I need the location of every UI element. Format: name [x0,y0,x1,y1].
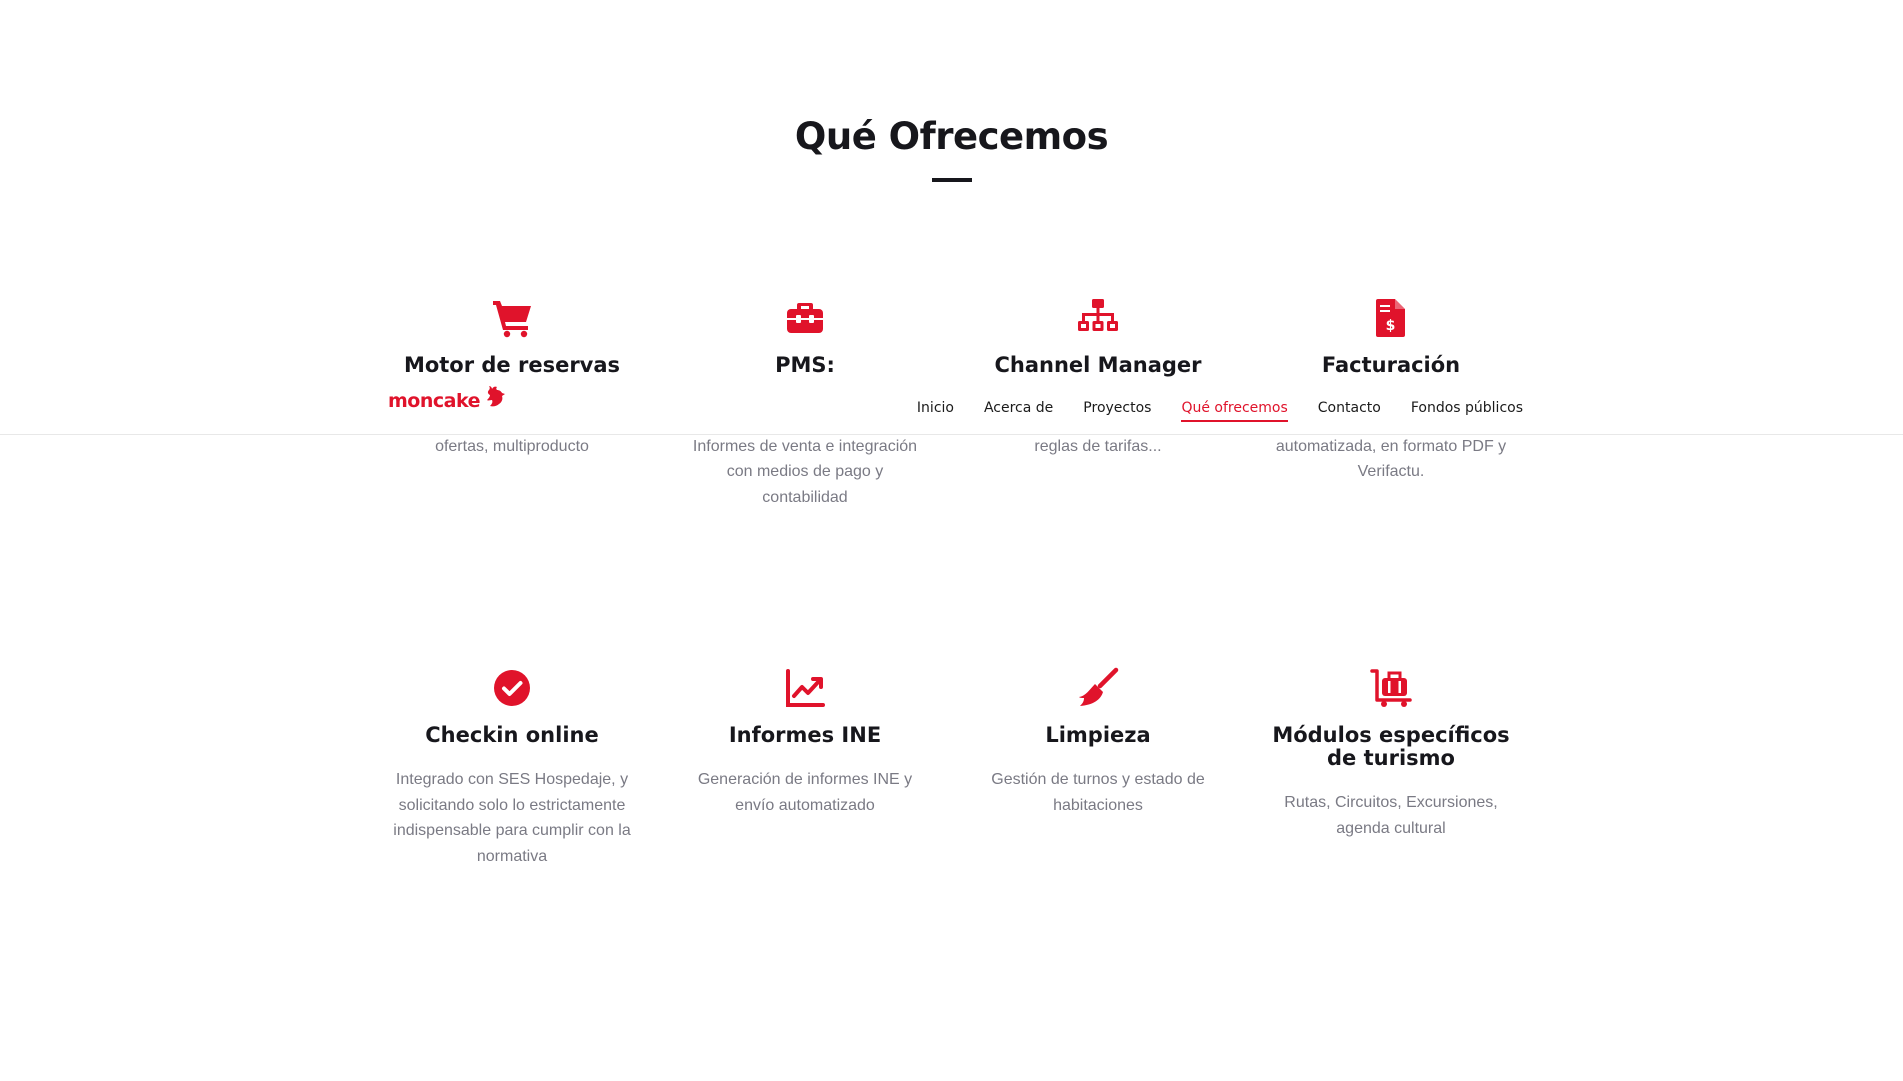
feature-description: Rutas, Circuitos, Excursiones, agenda cu… [1284,794,1498,837]
nav-link-proyectos[interactable]: Proyectos [1083,400,1151,422]
feature-card-invoicing: $ Facturación [1259,296,1523,378]
feature-description: Facturación y checkin online. Informes d… [692,437,918,506]
feature-description: integrado, multimarca, paquetes, ofertas… [435,437,589,455]
shopping-cart-icon [380,296,644,340]
toolbox-icon [673,296,937,340]
feature-card-booking-engine: Motor de reservas [380,296,644,378]
feature-title: Checkin online [425,723,599,747]
nav-link-acerca-de[interactable]: Acerca de [984,400,1053,422]
feature-card-channel-manager: Channel Manager [966,296,1230,378]
features-row-1-top: Motor de reservas PMS: Channel Manager $… [0,0,1903,378]
main-nav: Inicio Acerca de Proyectos Qué ofrecemos… [887,400,1523,422]
chart-line-icon [673,666,937,710]
feature-description: Gestión de turnos y estado de habitacion… [991,771,1205,814]
invoice-dollar-icon: $ [1259,296,1523,340]
sitemap-icon [966,296,1230,340]
svg-text:$: $ [1386,318,1396,334]
feature-card-invoicing-desc-wrap: Creación de facturas automatizada, en fo… [1259,435,1523,485]
feature-card-tourism-modules: Módulos específicos de turismo Rutas, Ci… [1259,666,1523,841]
site-logo[interactable]: moncake [388,386,507,412]
check-circle-icon [380,666,644,710]
feature-description: Integrado con SES Hospedaje, y solicitan… [393,771,631,865]
nav-link-inicio[interactable]: Inicio [917,400,954,422]
features-row-1-bottom: integrado, multimarca, paquetes, ofertas… [0,435,1903,635]
feature-card-booking-engine-desc-wrap: integrado, multimarca, paquetes, ofertas… [380,435,644,459]
site-header: moncake Inicio Acerca de Proyectos Qué o… [0,378,1903,435]
feature-title: Informes INE [728,723,882,747]
feature-card-pms-desc-wrap: Facturación y checkin online. Informes d… [673,435,937,510]
feature-title: PMS: [775,353,835,377]
feature-title: Limpieza [1045,723,1151,747]
luggage-cart-icon [1259,666,1523,710]
feature-title: Facturación [1321,353,1461,377]
feature-description: Creación de facturas automatizada, en fo… [1275,437,1507,481]
feature-card-cleaning: Limpieza Gestión de turnos y estado de h… [966,666,1230,818]
logo-wordmark: moncake [388,390,480,412]
feature-card-checkin-online: Checkin online Integrado con SES Hospeda… [380,666,644,869]
nav-link-contacto[interactable]: Contacto [1318,400,1381,422]
feature-card-ine-reports: Informes INE Generación de informes INE … [673,666,937,818]
feature-card-channel-manager-desc-wrap: portales. Revenue manager, reglas de tar… [966,435,1230,459]
broom-icon [966,666,1230,710]
feature-description: Generación de informes INE y envío autom… [697,771,913,814]
feature-title: Motor de reservas [403,353,621,377]
nav-link-fondos-publicos[interactable]: Fondos públicos [1411,400,1523,422]
feature-title: Channel Manager [994,353,1202,377]
rooster-logo-icon [486,386,505,407]
nav-link-que-ofrecemos[interactable]: Qué ofrecemos [1181,400,1288,422]
feature-description: portales. Revenue manager, reglas de tar… [1034,437,1162,455]
feature-title: Módulos específicos de turismo [1272,723,1510,770]
feature-card-pms: PMS: [673,296,937,378]
